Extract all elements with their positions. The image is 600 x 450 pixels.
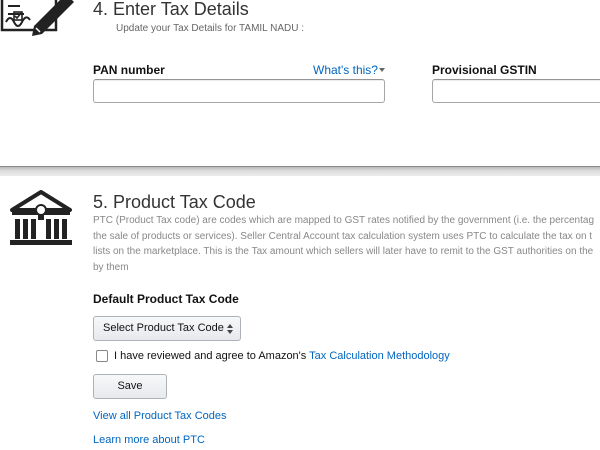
pan-number-input[interactable]	[93, 79, 385, 103]
product-tax-code-section: 5. Product Tax Code PTC (Product Tax cod…	[0, 176, 600, 450]
ptc-description: PTC (Product Tax code) are codes which a…	[93, 213, 600, 275]
default-ptc-label: Default Product Tax Code	[93, 292, 239, 306]
learn-more-ptc-link[interactable]: Learn more about PTC	[93, 434, 205, 446]
section-subtitle: Update your Tax Details for TAMIL NADU :	[116, 23, 305, 34]
tax-details-section: 4. Enter Tax Details Update your Tax Det…	[0, 0, 600, 166]
caret-down-icon[interactable]	[379, 68, 385, 72]
government-building-icon	[10, 190, 72, 245]
product-tax-code-select[interactable]: Select Product Tax Code	[93, 316, 241, 341]
section-title: 4. Enter Tax Details	[93, 0, 249, 19]
save-button[interactable]: Save	[93, 374, 167, 399]
agree-text: I have reviewed and agree to Amazon's Ta…	[114, 350, 450, 362]
whats-this-link[interactable]: What's this?	[313, 63, 378, 77]
updown-arrows-icon	[227, 324, 233, 334]
view-all-ptc-link[interactable]: View all Product Tax Codes	[93, 410, 227, 422]
select-label: Select Product Tax Code	[103, 322, 224, 334]
provisional-gstin-label: Provisional GSTIN	[432, 63, 537, 77]
provisional-gstin-input[interactable]	[432, 79, 600, 103]
description-line: PTC (Product Tax code) are codes which a…	[93, 215, 595, 226]
agree-label: I have reviewed and agree to Amazon's	[114, 350, 310, 362]
description-line: the sale of products or services). Selle…	[93, 230, 593, 242]
pan-number-label: PAN number	[93, 63, 165, 77]
description-line: by them	[93, 261, 129, 273]
signed-document-pen-icon	[0, 0, 74, 36]
agree-checkbox[interactable]	[96, 350, 108, 362]
description-line: lists on the marketplace. This is the Ta…	[93, 246, 594, 257]
tax-calculation-methodology-link[interactable]: Tax Calculation Methodology	[309, 350, 450, 362]
section-title: 5. Product Tax Code	[93, 192, 256, 212]
